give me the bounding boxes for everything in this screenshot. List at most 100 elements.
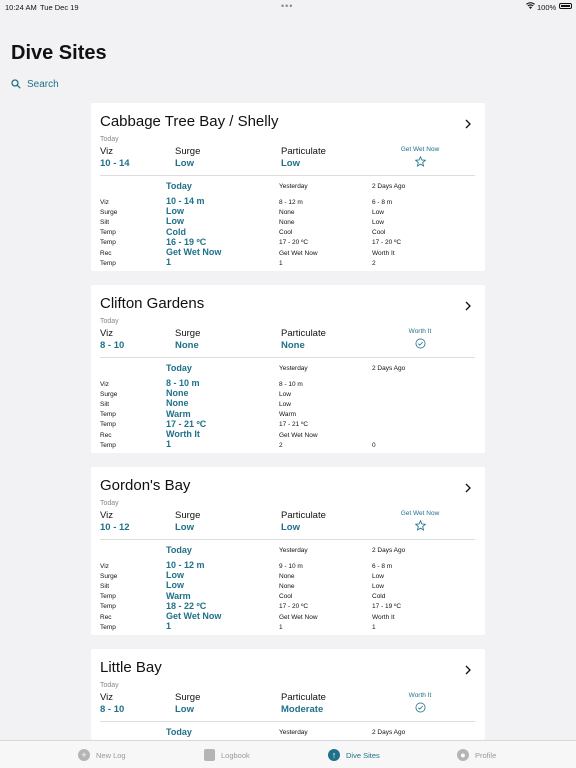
row-label: Temp [100, 441, 116, 449]
cell-2-days-ago: 17 - 19 ºC [372, 603, 402, 611]
viz-label: Viz [100, 328, 114, 339]
row-label: Viz [100, 380, 109, 388]
row-label: Temp [100, 229, 116, 237]
cell-yesterday: 8 - 12 m [279, 198, 303, 206]
recommendation-label: Worth It [408, 692, 432, 699]
cell-2-days-ago: Worth It [372, 613, 395, 621]
check-circle-icon [415, 700, 426, 713]
row-label: Silt [100, 582, 110, 590]
tab-logbook[interactable]: Logbook [204, 748, 250, 762]
surge-value: None [175, 340, 199, 351]
chevron-right-icon[interactable] [464, 480, 472, 493]
cell-yesterday: 2 [279, 441, 283, 449]
status-time: 10:24 AM [5, 3, 37, 12]
row-label: Silt [100, 218, 110, 226]
particulate-value: Moderate [281, 704, 324, 715]
card-title: Clifton Gardens [100, 295, 205, 312]
cell-today: Low [166, 580, 184, 591]
cell-2-days-ago: Low [372, 582, 384, 590]
cell-yesterday: Get Wet Now [279, 613, 318, 621]
chevron-right-icon[interactable] [464, 298, 472, 311]
cell-yesterday: 17 - 20 ºC [279, 239, 309, 247]
row-label: Viz [100, 198, 109, 206]
cell-2-days-ago: 6 - 8 m [372, 562, 393, 570]
column-header-today: Today [166, 727, 192, 737]
surge-label: Surge [175, 328, 201, 339]
dive-site-card[interactable]: Gordon's Bay Today Viz 10 - 12 Surge Low Parti… [91, 467, 485, 635]
viz-value: 10 - 12 [100, 522, 130, 533]
tab-profile[interactable]: ● Profile [457, 748, 496, 762]
row-label: Surge [100, 572, 118, 580]
cell-yesterday: 17 - 20 ºC [279, 603, 309, 611]
cell-2-days-ago: 2 [372, 259, 376, 267]
cell-today: 10 - 12 m [166, 560, 205, 570]
surge-label: Surge [175, 146, 201, 157]
cell-today: Cold [166, 226, 186, 237]
today-caption: Today [100, 500, 119, 507]
cell-today: Warm [166, 590, 191, 601]
cell-2-days-ago: Low [372, 208, 384, 216]
cell-2-days-ago: 0 [372, 441, 376, 449]
row-label: Silt [100, 400, 110, 408]
cell-2-days-ago: Cold [372, 593, 386, 601]
viz-label: Viz [100, 146, 114, 157]
surge-label: Surge [175, 510, 201, 521]
cell-today: None [166, 398, 189, 409]
surge-label: Surge [175, 692, 201, 703]
column-header-yesterday: Yesterday [279, 365, 308, 372]
cell-yesterday: 9 - 10 m [279, 562, 303, 570]
cell-today: 17 - 21 ºC [166, 418, 207, 429]
surge-value: Low [175, 704, 194, 715]
card-title: Cabbage Tree Bay / Shelly [100, 113, 279, 130]
recommendation-label: Get Wet Now [400, 510, 440, 517]
cell-today: 1 [166, 621, 172, 632]
tab-bar: + New Log Logbook ↑ Dive Sites ● Profile [0, 740, 576, 768]
divider [100, 357, 475, 358]
cell-today: Worth It [166, 429, 200, 439]
cell-yesterday: Cool [279, 229, 293, 237]
wifi-icon [526, 2, 535, 11]
book-icon [204, 749, 215, 761]
star-icon [414, 518, 427, 531]
cell-today: None [166, 388, 189, 399]
row-label: Rec [100, 249, 112, 257]
row-label: Temp [100, 421, 116, 429]
card-title: Little Bay [100, 659, 162, 676]
tab-new-log[interactable]: + New Log [78, 748, 126, 762]
cell-today: 1 [166, 439, 172, 450]
chevron-right-icon[interactable] [464, 662, 472, 675]
cell-yesterday: Get Wet Now [279, 431, 318, 439]
multitasking-dots-icon[interactable]: ••• [281, 1, 293, 11]
particulate-value: Low [281, 158, 300, 169]
column-header-2-days-ago: 2 Days Ago [372, 183, 406, 190]
row-label: Rec [100, 431, 112, 439]
column-header-2-days-ago: 2 Days Ago [372, 729, 406, 736]
dive-site-card[interactable]: Clifton Gardens Today Viz 8 - 10 Surge None Pa… [91, 285, 485, 453]
diver-icon: ↑ [328, 749, 340, 761]
cell-yesterday: 1 [279, 623, 283, 631]
cell-2-days-ago: 1 [372, 623, 376, 631]
chevron-right-icon[interactable] [464, 116, 472, 129]
cell-yesterday: Low [279, 400, 291, 408]
column-header-today: Today [166, 363, 192, 373]
surge-value: Low [175, 522, 194, 533]
particulate-value: None [281, 340, 305, 351]
dive-site-card[interactable]: Little Bay Today Viz 8 - 10 Surge Low Particul… [91, 649, 485, 740]
plus-circle-icon: + [78, 749, 90, 761]
search-button[interactable]: Search [11, 77, 59, 91]
column-header-2-days-ago: 2 Days Ago [372, 365, 406, 372]
cell-today: Low [166, 216, 184, 227]
row-label: Surge [100, 390, 118, 398]
row-label: Temp [100, 623, 116, 631]
cell-yesterday: None [279, 572, 295, 580]
cell-yesterday: 8 - 10 m [279, 380, 303, 388]
cell-yesterday: Get Wet Now [279, 249, 318, 257]
row-label: Temp [100, 259, 116, 267]
tab-dive-sites[interactable]: ↑ Dive Sites [328, 748, 380, 762]
cell-today: Warm [166, 408, 191, 419]
row-label: Rec [100, 613, 112, 621]
tab-label: New Log [96, 750, 126, 760]
dive-site-card[interactable]: Cabbage Tree Bay / Shelly Today Viz 10 - 14… [91, 103, 485, 271]
column-header-2-days-ago: 2 Days Ago [372, 547, 406, 554]
cell-yesterday: 17 - 21 ºC [279, 421, 309, 429]
